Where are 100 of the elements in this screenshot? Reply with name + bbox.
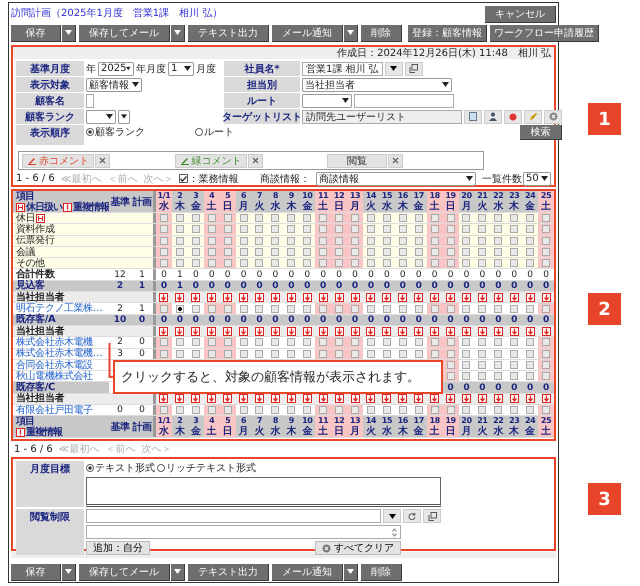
checkbox[interactable] (271, 248, 280, 256)
checkbox[interactable] (526, 214, 534, 222)
checkbox[interactable] (351, 236, 360, 245)
checkbox[interactable] (510, 338, 518, 346)
checkbox[interactable] (176, 338, 184, 346)
checkbox[interactable] (382, 350, 391, 358)
checkbox[interactable] (335, 406, 344, 414)
checkbox[interactable] (287, 259, 296, 268)
checkbox[interactable] (446, 338, 455, 346)
checkbox[interactable] (240, 338, 248, 346)
checkbox[interactable] (303, 259, 312, 268)
customer-link[interactable]: 明石テクノ工業株… (16, 303, 102, 314)
checkbox[interactable] (366, 406, 375, 414)
checkbox[interactable] (255, 248, 264, 256)
checkbox[interactable] (255, 338, 264, 346)
text-area[interactable] (86, 477, 441, 507)
add-self-button[interactable]: 追加：自分 (86, 541, 150, 555)
checkbox[interactable] (542, 361, 550, 369)
checkbox[interactable] (478, 350, 486, 358)
customer-link[interactable]: 合同会社赤木電設 (16, 360, 93, 371)
checkbox[interactable] (366, 225, 375, 234)
checkbox[interactable] (430, 406, 439, 414)
checkbox[interactable] (176, 259, 184, 268)
checkbox[interactable] (430, 304, 439, 313)
checkbox[interactable] (351, 406, 360, 414)
checkbox[interactable] (478, 259, 486, 268)
checkbox[interactable] (446, 248, 455, 256)
checkbox[interactable] (526, 350, 534, 358)
select-field[interactable] (86, 110, 116, 124)
checkbox[interactable] (430, 248, 439, 256)
checkbox[interactable] (335, 350, 344, 358)
select-field[interactable]: 顧客情報 (86, 78, 142, 92)
checkbox[interactable] (462, 406, 470, 414)
checkbox[interactable] (208, 304, 216, 313)
checkbox[interactable] (160, 406, 168, 414)
checkbox[interactable] (526, 259, 534, 268)
pin-button[interactable] (504, 110, 522, 124)
checkbox[interactable] (335, 338, 344, 346)
checkbox[interactable] (414, 259, 423, 268)
checkbox[interactable] (351, 259, 360, 268)
checkbox[interactable] (351, 214, 360, 222)
checkbox[interactable] (510, 214, 518, 222)
checkbox[interactable] (398, 338, 407, 346)
checkbox[interactable] (208, 259, 216, 268)
checkbox[interactable] (366, 350, 375, 358)
checkbox[interactable] (542, 248, 550, 256)
checkbox[interactable] (224, 236, 232, 245)
checkbox[interactable] (462, 372, 470, 380)
select-field[interactable] (118, 110, 130, 124)
toolbar-button[interactable]: 保存してメール (79, 564, 170, 580)
checkbox[interactable] (240, 406, 248, 414)
checkbox[interactable] (382, 248, 391, 256)
checkbox[interactable] (494, 350, 502, 358)
checkbox[interactable] (510, 350, 518, 358)
dropdown-button[interactable] (171, 24, 185, 42)
checkbox[interactable] (208, 248, 216, 256)
checkbox[interactable] (446, 225, 455, 234)
checkbox[interactable] (335, 248, 344, 256)
checkbox[interactable] (319, 214, 328, 222)
person-button[interactable] (484, 110, 502, 124)
dropdown-button[interactable] (344, 24, 358, 42)
checkbox[interactable] (478, 361, 486, 369)
checkbox[interactable] (303, 236, 312, 245)
checkbox[interactable] (510, 372, 518, 380)
checkbox[interactable] (160, 225, 168, 234)
checkbox[interactable] (478, 406, 486, 414)
checkbox[interactable] (414, 225, 423, 234)
checkbox[interactable] (462, 259, 470, 268)
checkbox[interactable] (271, 236, 280, 245)
checkbox[interactable] (494, 338, 502, 346)
checkbox[interactable] (224, 248, 232, 256)
radio-option[interactable]: テキスト形式 (86, 461, 155, 475)
checkbox[interactable] (160, 236, 168, 245)
checkbox[interactable] (478, 214, 486, 222)
checkbox[interactable] (208, 225, 216, 234)
checkbox[interactable] (398, 236, 407, 245)
checkbox[interactable] (510, 406, 518, 414)
checkbox[interactable] (398, 259, 407, 268)
checkbox[interactable] (240, 304, 248, 313)
checkbox[interactable] (494, 214, 502, 222)
checkbox[interactable] (366, 338, 375, 346)
checkbox[interactable] (542, 214, 550, 222)
checkbox[interactable] (366, 259, 375, 268)
checkbox[interactable] (446, 259, 455, 268)
checkbox[interactable] (176, 350, 184, 358)
checkbox[interactable] (319, 304, 328, 313)
checkbox[interactable] (192, 214, 200, 222)
checkbox[interactable] (224, 338, 232, 346)
checkbox[interactable] (526, 248, 534, 256)
checkbox[interactable] (542, 236, 550, 245)
checkbox[interactable] (494, 361, 502, 369)
checkbox[interactable] (398, 248, 407, 256)
checkbox[interactable] (526, 225, 534, 234)
checkbox[interactable] (430, 259, 439, 268)
toolbar-button[interactable]: ワークフロー申請履歴 (490, 24, 599, 42)
checkbox[interactable] (255, 350, 264, 358)
checkbox[interactable] (192, 259, 200, 268)
input-field[interactable] (86, 525, 401, 539)
input-field[interactable]: 訪問先ユーザーリスト (302, 110, 462, 124)
checkbox[interactable] (414, 406, 423, 414)
